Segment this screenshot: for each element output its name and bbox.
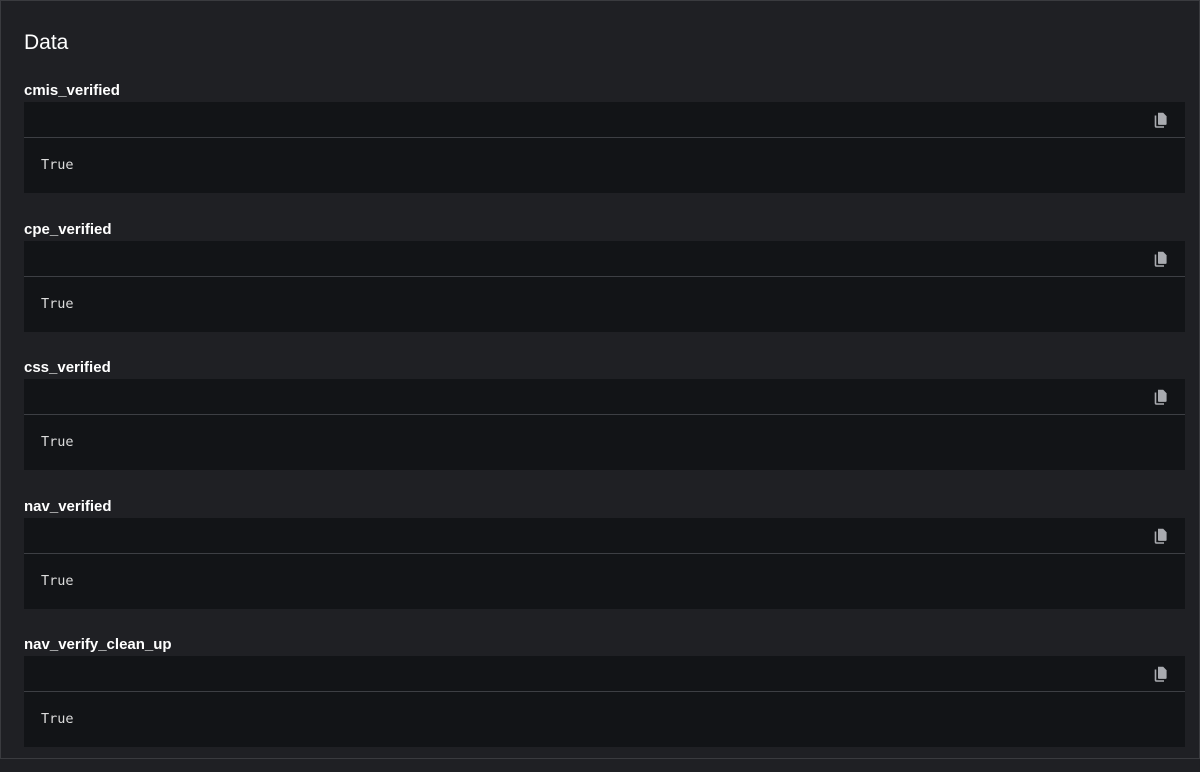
- code-block-header: [24, 241, 1185, 277]
- code-block-body: True: [24, 554, 1185, 609]
- data-entry-cpe-verified: cpe_verified True: [24, 218, 1185, 357]
- copy-icon: [1154, 112, 1168, 128]
- code-value: True: [41, 157, 74, 173]
- copy-button[interactable]: [1152, 250, 1170, 268]
- copy-button[interactable]: [1152, 111, 1170, 129]
- code-block: True: [24, 656, 1185, 747]
- code-value: True: [41, 434, 74, 450]
- data-entry-nav-verified: nav_verified True: [24, 495, 1185, 634]
- entry-label: cpe_verified: [24, 220, 112, 238]
- panel-title: Data: [24, 31, 69, 54]
- copy-icon: [1154, 666, 1168, 682]
- code-block-body: True: [24, 138, 1185, 193]
- copy-button[interactable]: [1152, 527, 1170, 545]
- code-block-header: [24, 102, 1185, 138]
- entry-label: css_verified: [24, 359, 111, 376]
- code-block-header: [24, 656, 1185, 692]
- data-entry-cmis-verified: cmis_verified True: [24, 79, 1185, 218]
- code-block-header: [24, 518, 1185, 554]
- copy-button[interactable]: [1152, 388, 1170, 406]
- data-panel: Data cmis_verified True cpe_verified Tru…: [0, 0, 1200, 759]
- copy-button[interactable]: [1152, 665, 1170, 683]
- code-block-body: True: [24, 415, 1185, 470]
- entry-label: nav_verify_clean_up: [24, 636, 172, 653]
- data-entries-list: cmis_verified True cpe_verified True css…: [24, 79, 1185, 772]
- copy-icon: [1154, 389, 1168, 405]
- code-value: True: [41, 295, 74, 312]
- code-block-body: True: [24, 277, 1185, 332]
- code-block: True: [24, 379, 1185, 470]
- code-block-body: True: [24, 692, 1185, 747]
- copy-icon: [1154, 251, 1168, 267]
- code-block: True: [24, 517, 1185, 609]
- code-value: True: [41, 572, 74, 589]
- copy-icon: [1154, 528, 1168, 544]
- code-block: True: [24, 102, 1185, 193]
- code-value: True: [41, 711, 74, 727]
- code-block-header: [24, 379, 1185, 415]
- data-entry-css-verified: css_verified True: [24, 356, 1185, 495]
- entry-label: cmis_verified: [24, 82, 120, 99]
- code-block: True: [24, 240, 1185, 332]
- entry-label: nav_verified: [24, 497, 112, 515]
- data-entry-nav-verify-clean-up: nav_verify_clean_up True: [24, 633, 1185, 772]
